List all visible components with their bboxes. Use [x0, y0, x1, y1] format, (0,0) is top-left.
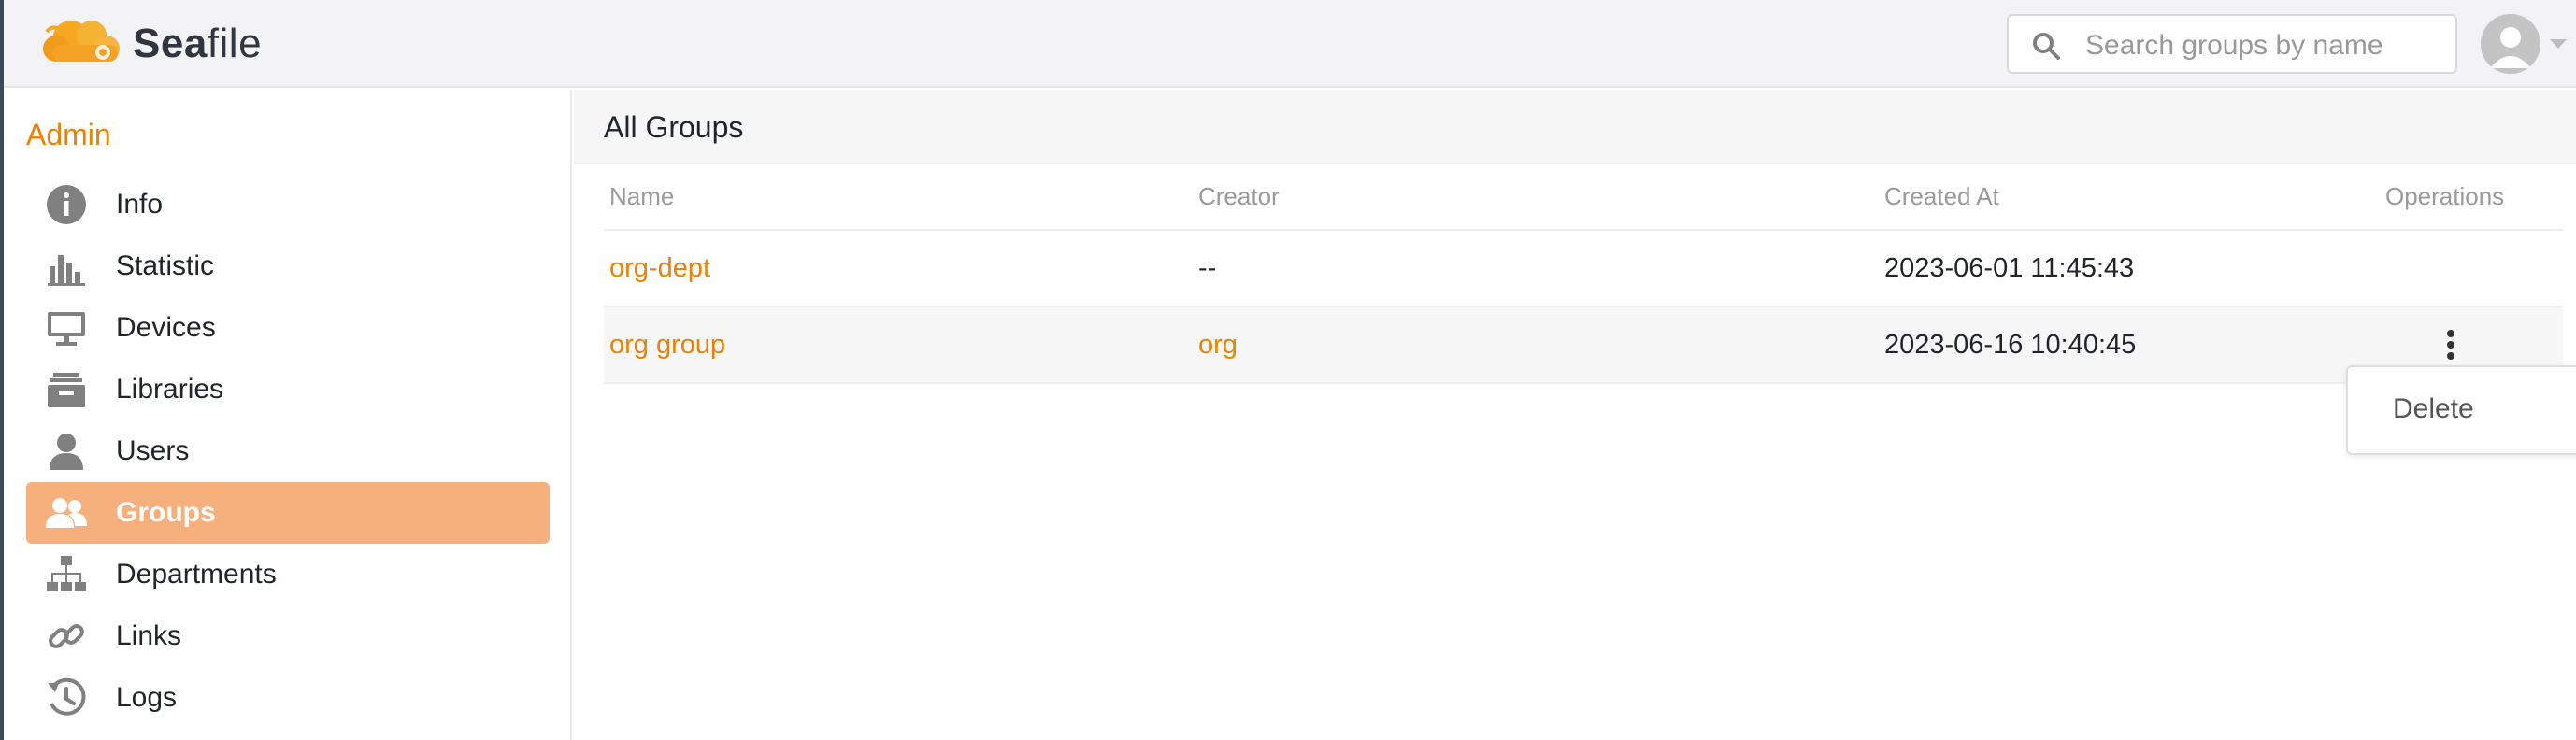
user-menu-toggle[interactable]	[2481, 11, 2576, 77]
sidebar-item-info[interactable]: Info	[26, 174, 550, 235]
column-header-operations: Operations	[2380, 164, 2563, 231]
search-input[interactable]	[2085, 25, 2440, 66]
sidebar-item-devices[interactable]: Devices	[26, 297, 550, 359]
chevron-down-icon	[2550, 39, 2567, 49]
default-avatar-icon	[2481, 14, 2540, 74]
link-icon	[45, 615, 88, 658]
table-row[interactable]: org-dept -- 2023-06-01 11:45:43	[604, 230, 2563, 307]
sidebar-item-libraries[interactable]: Libraries	[26, 359, 550, 420]
info-icon	[45, 183, 88, 226]
more-options-button[interactable]	[2441, 326, 2460, 363]
user-icon	[45, 430, 88, 473]
sidebar-nav: Info Statistic Devices Libraries Users G…	[26, 174, 550, 729]
sidebar-item-label: Libraries	[116, 374, 224, 405]
group-creator-link[interactable]: org	[1198, 330, 1238, 360]
archive-icon	[45, 368, 88, 411]
table-row[interactable]: org group org 2023-06-16 10:40:45	[604, 306, 2563, 384]
brand-name: Seafile	[133, 21, 263, 66]
seafile-logo[interactable]: Seafile	[34, 11, 262, 77]
group-search-box[interactable]	[2007, 14, 2457, 74]
sidebar-item-label: Departments	[116, 559, 277, 590]
avatar[interactable]	[2481, 14, 2540, 74]
sidebar-item-departments[interactable]: Departments	[26, 544, 550, 605]
operations-dropdown-menu: Delete	[2346, 365, 2576, 455]
groups-table: Name Creator Created At Operations org-d…	[604, 164, 2563, 384]
page-header: All Groups	[574, 90, 2576, 164]
main-panel: All Groups Name Creator Created At Opera…	[574, 90, 2576, 740]
sidebar-item-label: Statistic	[116, 250, 215, 281]
sidebar-heading: Admin	[26, 118, 111, 151]
sidebar-item-label: Logs	[116, 682, 178, 713]
bar-chart-icon	[45, 245, 88, 288]
org-chart-icon	[45, 553, 88, 596]
group-name-link[interactable]: org group	[609, 330, 725, 360]
sidebar-item-logs[interactable]: Logs	[26, 667, 550, 729]
delete-menu-item[interactable]: Delete	[2393, 393, 2474, 425]
group-created-at: 2023-06-16 10:40:45	[1884, 329, 2137, 360]
kebab-menu-icon	[2447, 330, 2454, 360]
admin-sidebar: Admin Info Statistic Devices Libraries U…	[4, 90, 572, 740]
sidebar-item-label: Groups	[116, 497, 216, 528]
group-icon	[45, 491, 88, 534]
sidebar-item-groups[interactable]: Groups	[26, 482, 550, 544]
sidebar-item-users[interactable]: Users	[26, 420, 550, 482]
monitor-icon	[45, 306, 88, 349]
group-creator: --	[1198, 252, 1217, 283]
group-created-at: 2023-06-01 11:45:43	[1884, 252, 2135, 283]
sidebar-item-label: Links	[116, 620, 182, 651]
seafile-cloud-icon	[43, 21, 120, 62]
history-icon	[45, 676, 88, 719]
group-name-link[interactable]: org-dept	[609, 253, 710, 283]
page-title: All Groups	[604, 110, 744, 144]
sidebar-item-label: Info	[116, 189, 164, 220]
sidebar-item-links[interactable]: Links	[26, 605, 550, 667]
sidebar-item-label: Devices	[116, 312, 216, 343]
sidebar-item-statistic[interactable]: Statistic	[26, 235, 550, 297]
top-header: Seafile	[4, 0, 2576, 88]
sidebar-item-label: Users	[116, 435, 190, 466]
search-icon	[2033, 33, 2060, 60]
table-header-row: Name Creator Created At Operations	[604, 164, 2563, 231]
column-header-created-at[interactable]: Created At	[1879, 164, 2380, 231]
column-header-creator: Creator	[1193, 164, 1879, 231]
column-header-name[interactable]: Name	[604, 164, 1193, 231]
